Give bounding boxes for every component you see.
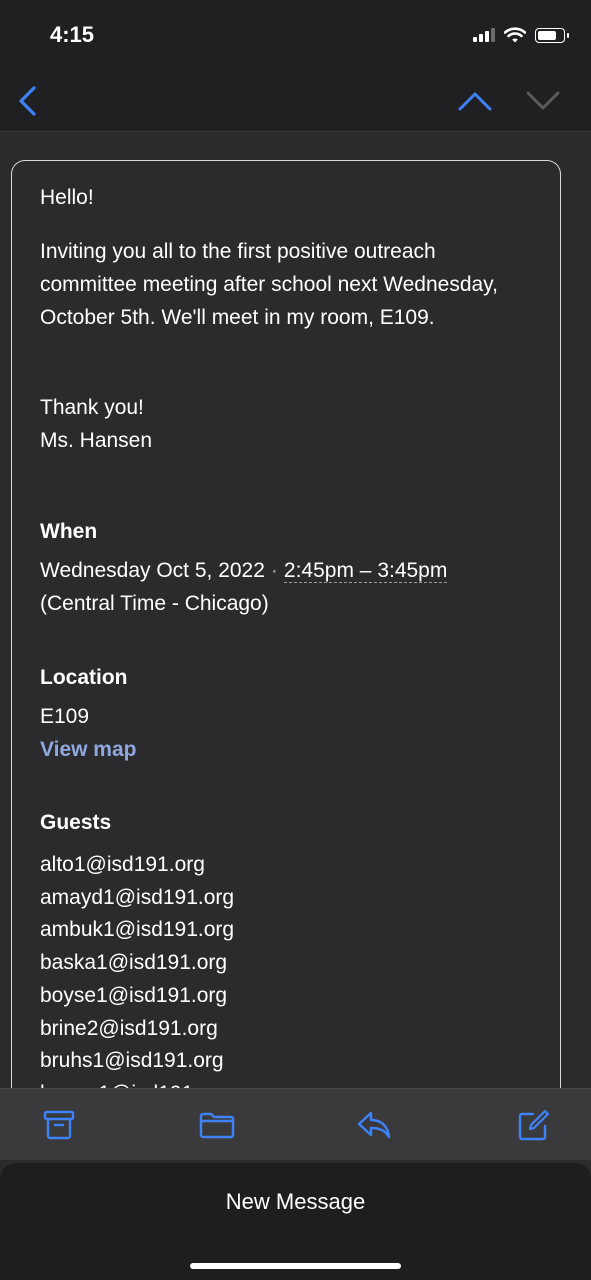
message-toolbar <box>0 1088 591 1160</box>
event-time-range[interactable]: 2:45pm – 3:45pm <box>283 559 448 583</box>
archive-icon[interactable] <box>42 1109 76 1141</box>
email-closing-line: Thank you! <box>40 396 144 419</box>
email-message-card: Hello! Inviting you all to the first pos… <box>11 160 561 1140</box>
guest-email[interactable]: baska1@isd191.org <box>40 947 234 980</box>
status-bar: 4:15 <box>0 0 591 70</box>
event-date: Wednesday Oct 5, 2022 <box>40 559 265 582</box>
navigation-bar <box>0 70 591 132</box>
home-indicator[interactable] <box>190 1263 401 1269</box>
when-heading: When <box>40 520 98 543</box>
previous-message-chevron-up-icon[interactable] <box>456 88 494 114</box>
email-body-text: Inviting you all to the first positive o… <box>40 240 498 329</box>
status-icons <box>473 27 569 43</box>
guest-list: alto1@isd191.org amayd1@isd191.org ambuk… <box>40 849 234 1111</box>
location-heading: Location <box>40 666 128 689</box>
new-message-bar[interactable]: New Message <box>0 1163 591 1280</box>
email-signature: Ms. Hansen <box>40 429 153 452</box>
compose-icon[interactable] <box>516 1109 550 1143</box>
wifi-icon <box>504 27 526 43</box>
email-closing: Thank you! Ms. Hansen <box>40 391 152 457</box>
cellular-signal-icon <box>473 28 495 42</box>
guest-email[interactable]: boyse1@isd191.org <box>40 980 234 1013</box>
guest-email[interactable]: amayd1@isd191.org <box>40 882 234 915</box>
battery-icon <box>535 27 569 43</box>
folder-icon[interactable] <box>198 1109 236 1141</box>
status-time: 4:15 <box>50 22 95 47</box>
back-chevron-icon[interactable] <box>14 84 42 118</box>
guest-email[interactable]: alto1@isd191.org <box>40 849 234 882</box>
view-map-link[interactable]: View map <box>40 738 137 762</box>
new-message-label: New Message <box>225 1189 366 1214</box>
guests-heading: Guests <box>40 811 112 834</box>
date-time-separator: · <box>270 559 278 582</box>
next-message-chevron-down-icon[interactable] <box>524 88 562 114</box>
guest-email[interactable]: ambuk1@isd191.org <box>40 914 234 947</box>
email-greeting: Hello! <box>40 186 94 209</box>
reply-icon[interactable] <box>356 1109 392 1141</box>
bottom-area: New Message <box>0 1160 591 1280</box>
event-timezone: (Central Time - Chicago) <box>40 592 269 615</box>
guest-email[interactable]: brine2@isd191.org <box>40 1013 234 1046</box>
location-value: E109 <box>40 705 90 728</box>
event-date-time: Wednesday Oct 5, 2022 · 2:45pm – 3:45pm <box>40 559 448 583</box>
guest-email[interactable]: bruhs1@isd191.org <box>40 1045 234 1078</box>
